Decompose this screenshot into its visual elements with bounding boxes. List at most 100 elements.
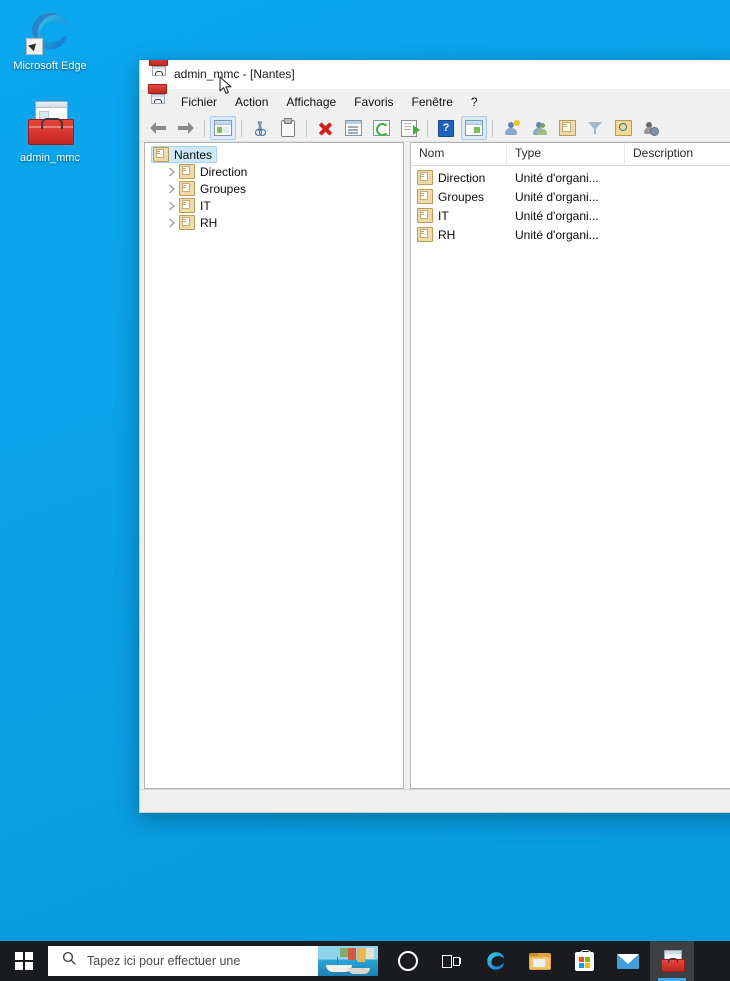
file-explorer-taskbar-button[interactable] (518, 941, 562, 981)
taskbar-buttons (386, 941, 694, 981)
toolbar[interactable]: ? (140, 115, 730, 142)
tree-item-direction[interactable]: Direction (145, 163, 403, 180)
panes-container: Nantes Direction Groupes IT RH Nom Type … (140, 142, 730, 789)
ou-icon (179, 198, 195, 213)
menu-item-fenetre[interactable]: Fenêtre (403, 91, 462, 113)
taskbar[interactable]: Tapez ici pour effectuer une (0, 941, 730, 981)
menu-item-favoris[interactable]: Favoris (345, 91, 402, 113)
desktop-icon-admin-mmc[interactable]: admin_mmc (4, 100, 96, 165)
toolbar-separator (492, 119, 493, 137)
child-window-toolbox-icon (148, 84, 167, 110)
chevron-right-icon[interactable] (165, 199, 179, 213)
list-row[interactable]: RH Unité d'organi... (411, 225, 730, 244)
find-button[interactable] (610, 116, 636, 140)
admin-mmc-taskbar-button[interactable] (650, 941, 694, 981)
tree-item-rh[interactable]: RH (145, 214, 403, 231)
menu-bar[interactable]: Fichier Action Affichage Favoris Fenêtre… (140, 84, 730, 115)
shortcut-overlay-icon (26, 38, 43, 55)
list-cell-type: Unité d'organi... (515, 227, 599, 242)
console-tree-pane[interactable]: Nantes Direction Groupes IT RH (144, 142, 404, 789)
list-row[interactable]: Direction Unité d'organi... (411, 168, 730, 187)
tree-item-label: RH (200, 215, 218, 230)
back-button[interactable] (145, 116, 171, 140)
toolbox-icon (26, 100, 74, 148)
column-header-type[interactable]: Type (507, 143, 625, 165)
properties-button[interactable] (340, 116, 366, 140)
filter-button[interactable] (582, 116, 608, 140)
list-cell-type: Unité d'organi... (515, 208, 599, 223)
mail-icon (617, 953, 639, 969)
microsoft-store-taskbar-button[interactable] (562, 941, 606, 981)
delete-button[interactable] (312, 116, 338, 140)
paste-button[interactable] (275, 116, 301, 140)
cortana-button[interactable] (386, 941, 430, 981)
toolbar-separator (204, 119, 205, 137)
titlebar-toolbox-icon (149, 60, 168, 82)
ou-icon (179, 181, 195, 196)
delegate-control-button[interactable] (638, 116, 664, 140)
show-hide-action-pane-button[interactable] (461, 116, 487, 140)
edge-icon (487, 952, 505, 970)
refresh-button[interactable] (368, 116, 394, 140)
search-placeholder: Tapez ici pour effectuer une (87, 954, 241, 968)
desktop-icon-microsoft-edge[interactable]: Microsoft Edge (4, 8, 96, 73)
menu-item-aide[interactable]: ? (462, 91, 487, 113)
toolbox-icon-shape (26, 100, 74, 146)
new-user-button[interactable] (498, 116, 524, 140)
folder-icon (529, 952, 551, 970)
chevron-right-icon[interactable] (165, 165, 179, 179)
window-titlebar[interactable]: admin_mmc - [Nantes] (140, 60, 730, 89)
list-cell-nom-text: RH (438, 227, 456, 242)
toolbar-separator (306, 119, 307, 137)
edge-taskbar-button[interactable] (474, 941, 518, 981)
chevron-right-icon[interactable] (165, 216, 179, 230)
results-list-pane[interactable]: Nom Type Description Direction Unité d'o… (410, 142, 730, 789)
list-column-headers[interactable]: Nom Type Description (411, 143, 730, 166)
tree-item-label: Groupes (200, 181, 247, 196)
list-cell-nom: RH (411, 227, 507, 242)
tree-item-it[interactable]: IT (145, 197, 403, 214)
task-view-icon (442, 954, 462, 969)
list-row[interactable]: Groupes Unité d'organi... (411, 187, 730, 206)
list-cell-type: Unité d'organi... (515, 189, 599, 204)
cortana-circle-icon (398, 951, 418, 971)
desktop-icon-label: Microsoft Edge (13, 60, 87, 72)
list-cell-nom-text: IT (438, 208, 449, 223)
ou-icon (417, 170, 433, 185)
mail-taskbar-button[interactable] (606, 941, 650, 981)
new-group-button[interactable] (526, 116, 552, 140)
forward-button[interactable] (173, 116, 199, 140)
windows-logo-icon (15, 952, 33, 970)
store-icon (574, 949, 594, 971)
export-list-button[interactable] (396, 116, 422, 140)
tree-item-label: Nantes (174, 147, 213, 162)
menu-item-action[interactable]: Action (226, 91, 277, 113)
tree-item-nantes[interactable]: Nantes (145, 146, 403, 163)
list-row[interactable]: IT Unité d'organi... (411, 206, 730, 225)
tree-item-label: Direction (200, 164, 248, 179)
start-button[interactable] (0, 941, 48, 981)
list-cell-type: Unité d'organi... (515, 170, 599, 185)
help-button[interactable]: ? (433, 116, 459, 140)
list-cell-nom-text: Groupes (438, 189, 485, 204)
menu-item-fichier[interactable]: Fichier (172, 91, 226, 113)
column-header-nom[interactable]: Nom (411, 143, 507, 165)
list-cell-nom: IT (411, 208, 507, 223)
new-organizational-unit-button[interactable] (554, 116, 580, 140)
chevron-right-icon[interactable] (165, 182, 179, 196)
show-hide-console-tree-button[interactable] (210, 116, 236, 140)
menu-item-affichage[interactable]: Affichage (277, 91, 345, 113)
ou-icon (417, 227, 433, 242)
column-header-description[interactable]: Description (625, 143, 730, 165)
desktop-icon-label: admin_mmc (20, 152, 80, 164)
toolbox-icon (660, 950, 685, 972)
search-input[interactable]: Tapez ici pour effectuer une (48, 946, 378, 976)
tree-item-label: IT (200, 198, 211, 213)
cut-button[interactable] (247, 116, 273, 140)
mmc-window[interactable]: admin_mmc - [Nantes] Fichier Action Affi… (139, 60, 730, 813)
ou-icon (417, 189, 433, 204)
ou-icon (417, 208, 433, 223)
task-view-button[interactable] (430, 941, 474, 981)
tree-item-groupes[interactable]: Groupes (145, 180, 403, 197)
ou-icon (153, 147, 169, 162)
